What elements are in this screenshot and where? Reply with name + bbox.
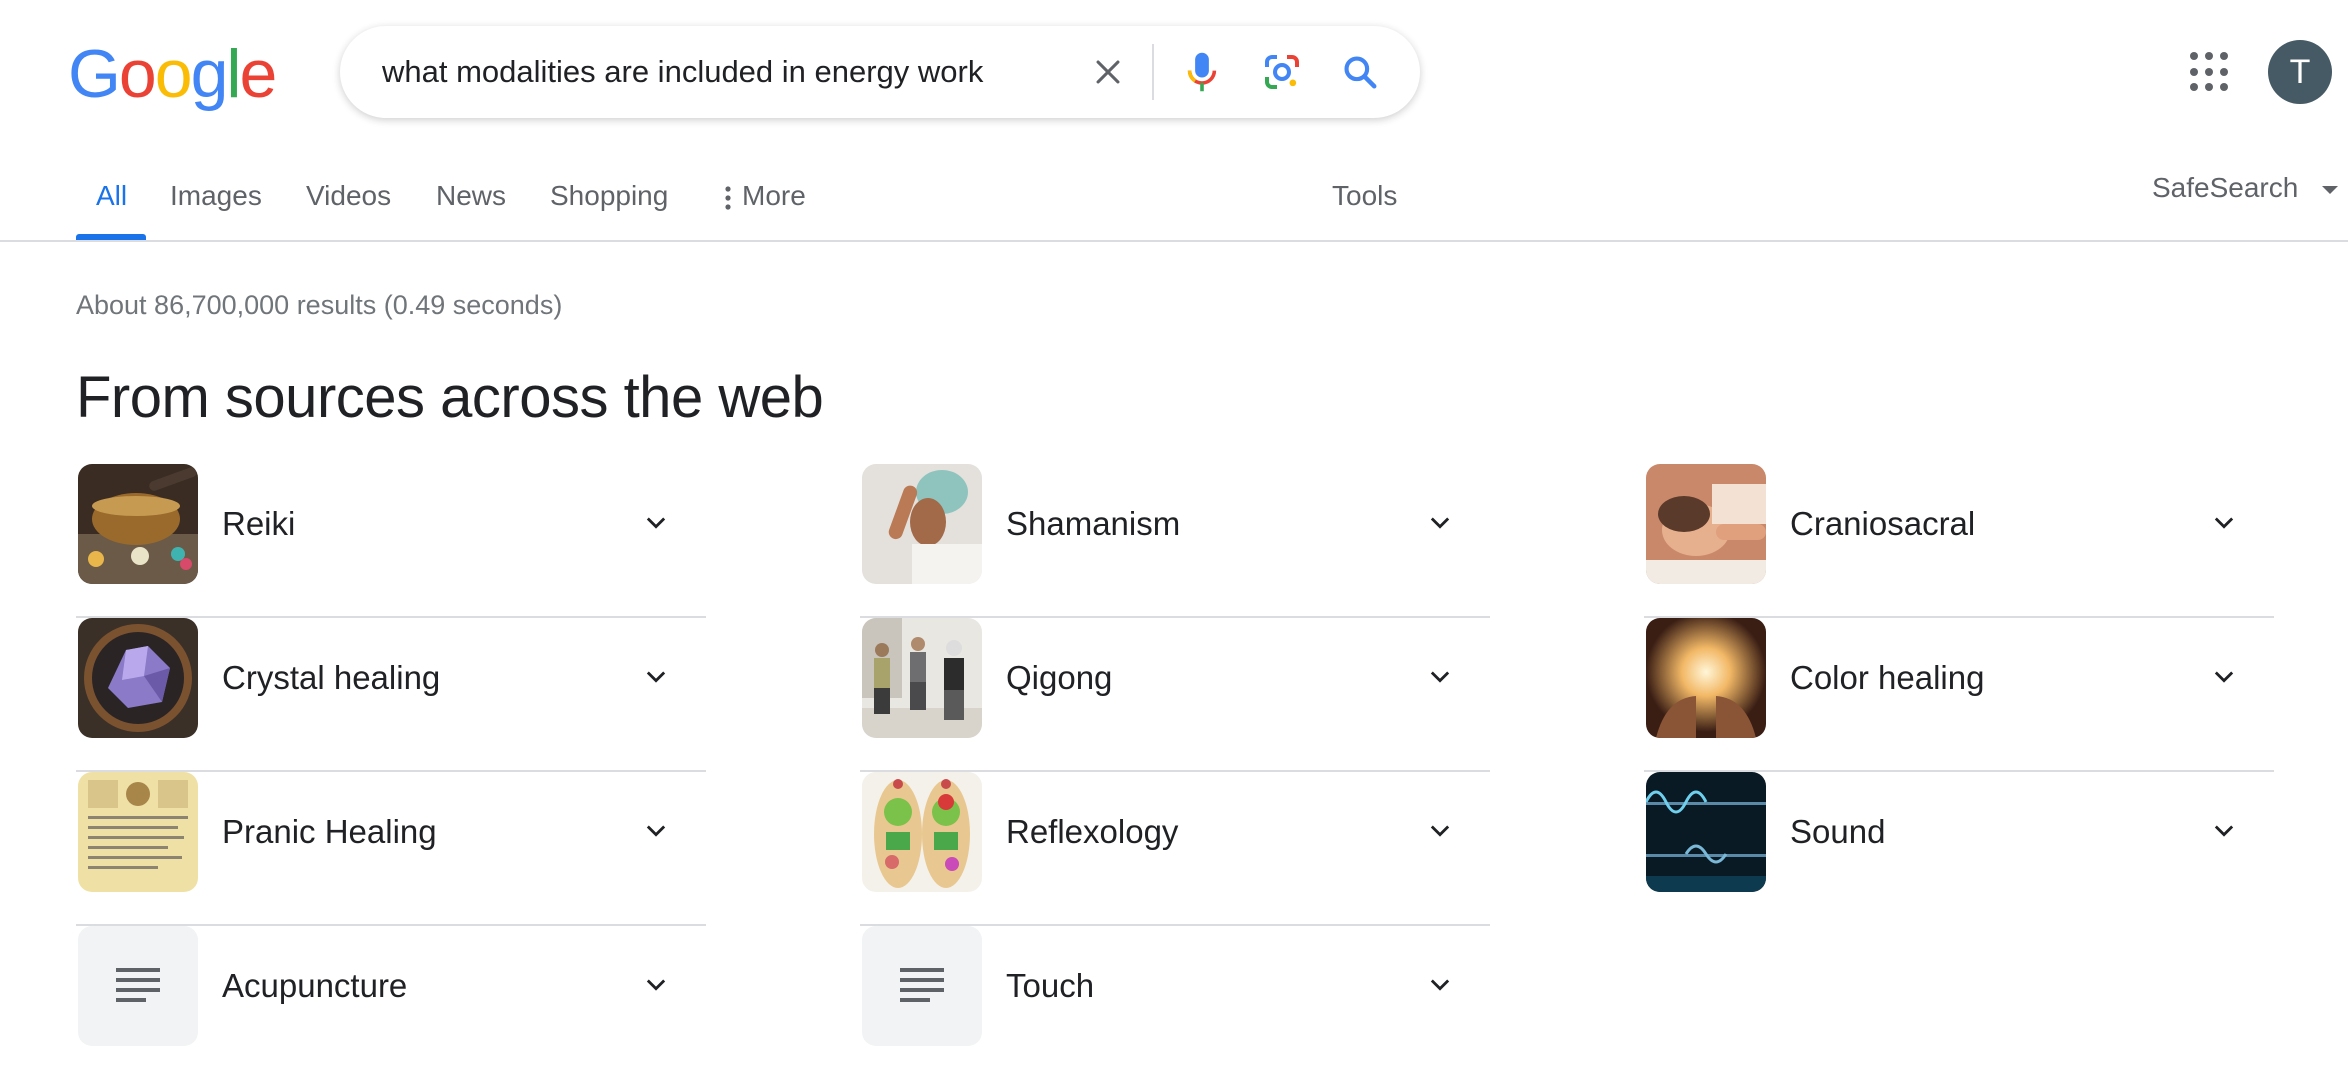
list-item[interactable]: Sound [1644, 772, 2274, 926]
search-tabs: All Images Videos News Shopping More Too… [0, 160, 2348, 242]
list-item[interactable]: Crystal healing [76, 618, 706, 772]
tab-videos[interactable]: Videos [306, 180, 391, 212]
tab-more[interactable]: More [724, 180, 806, 212]
search-icon[interactable] [1334, 26, 1386, 118]
search-box[interactable]: what modalities are included in energy w… [340, 26, 1420, 118]
reflexology-thumbnail [862, 772, 982, 892]
modality-label: Reflexology [1006, 813, 1179, 850]
chevron-down-icon [2214, 825, 2234, 837]
modality-label: Qigong [1006, 659, 1113, 696]
google-logo[interactable]: Google [68, 36, 278, 112]
craniosacral-thumbnail [1646, 464, 1766, 584]
tab-news[interactable]: News [436, 180, 506, 212]
modality-label: Craniosacral [1790, 505, 1976, 542]
list-item[interactable]: Craniosacral [1644, 464, 2274, 618]
search-input[interactable]: what modalities are included in energy w… [382, 26, 983, 118]
chevron-down-icon [646, 825, 666, 837]
modality-label: Pranic Healing [222, 813, 437, 850]
modality-label: Sound [1790, 813, 1886, 850]
tab-shopping[interactable]: Shopping [550, 180, 668, 212]
apps-grid-icon[interactable] [2190, 52, 2230, 92]
modality-column: Craniosacral Color healing Sound [1644, 464, 2274, 926]
chevron-down-icon [1430, 517, 1450, 529]
logo-letter: g [190, 36, 229, 112]
logo-letter: e [239, 36, 278, 112]
chevron-down-icon [646, 517, 666, 529]
chevron-down-icon [1430, 671, 1450, 683]
logo-letter: o [118, 36, 157, 112]
list-item[interactable]: Shamanism [860, 464, 1490, 618]
list-item[interactable]: Acupuncture [76, 926, 706, 1070]
sound-thumbnail [1646, 772, 1766, 892]
mic-icon[interactable] [1178, 26, 1226, 118]
chevron-down-icon [2214, 671, 2234, 683]
list-item[interactable]: Pranic Healing [76, 772, 706, 926]
modality-label: Color healing [1790, 659, 1985, 696]
chevron-down-icon [646, 671, 666, 683]
chevron-down-icon [2214, 517, 2234, 529]
section-heading: From sources across the web [76, 365, 824, 430]
clear-icon[interactable] [1080, 26, 1136, 118]
reiki-thumbnail [78, 464, 198, 584]
pranic-healing-thumbnail [78, 772, 198, 892]
modality-column: Shamanism Qigong Reflexology Touch [860, 464, 1490, 1070]
document-icon [862, 926, 982, 1046]
shamanism-thumbnail [862, 464, 982, 584]
tab-all[interactable]: All [96, 180, 127, 212]
logo-letter: G [68, 36, 121, 112]
safesearch-dropdown[interactable]: SafeSearch [2152, 172, 2340, 204]
crystal-healing-thumbnail [78, 618, 198, 738]
logo-letter: o [154, 36, 193, 112]
more-vert-icon [725, 186, 731, 210]
modality-label: Acupuncture [222, 967, 408, 1004]
list-item[interactable]: Reiki [76, 464, 706, 618]
active-tab-indicator [76, 234, 146, 240]
list-item[interactable]: Reflexology [860, 772, 1490, 926]
modality-label: Touch [1006, 967, 1095, 1004]
logo-letter: l [226, 36, 241, 112]
chevron-down-icon [646, 979, 666, 991]
color-healing-thumbnail [1646, 618, 1766, 738]
lens-icon[interactable] [1256, 26, 1308, 118]
chevron-down-icon [1430, 979, 1450, 991]
avatar[interactable]: T [2268, 40, 2332, 104]
document-icon [78, 926, 198, 1046]
safesearch-label: SafeSearch [2152, 172, 2299, 203]
tools-button[interactable]: Tools [1332, 180, 1397, 212]
qigong-thumbnail [862, 618, 982, 738]
tab-images[interactable]: Images [170, 180, 262, 212]
tab-more-label: More [742, 180, 806, 211]
search-divider [1152, 44, 1154, 100]
result-stats: About 86,700,000 results (0.49 seconds) [76, 290, 563, 320]
list-item[interactable]: Touch [860, 926, 1490, 1070]
chevron-down-icon [1430, 825, 1450, 837]
dropdown-arrow-icon [2322, 185, 2339, 194]
modality-column: Reiki Crystal healing Pranic Healing Acu… [76, 464, 706, 1070]
list-item[interactable]: Color healing [1644, 618, 2274, 772]
modality-label: Crystal healing [222, 659, 441, 696]
modality-label: Shamanism [1006, 505, 1181, 542]
list-item[interactable]: Qigong [860, 618, 1490, 772]
modality-label: Reiki [222, 505, 296, 542]
